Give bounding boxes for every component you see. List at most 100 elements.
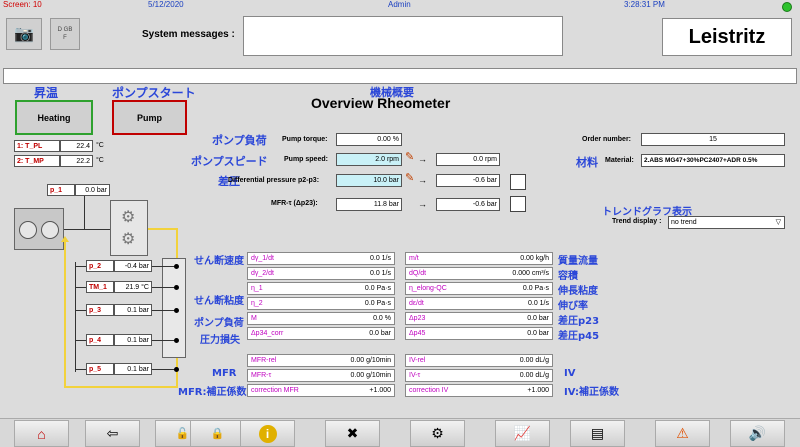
lock-icon: 🔒 — [210, 428, 225, 440]
pump-speed-input[interactable]: 2.0 rpm — [336, 153, 402, 166]
calc-row: η_1 0.0 Pa·s — [247, 282, 395, 295]
diff-input[interactable]: 10.0 bar — [336, 174, 402, 187]
pump-jp: ポンプスタート — [112, 86, 196, 100]
volume-jp: 容積 — [558, 271, 578, 282]
pump-speed-result: 0.0 rpm — [436, 153, 500, 166]
screw-icon — [41, 221, 59, 239]
pressure-name: p_4 — [86, 334, 114, 346]
message-bar — [3, 68, 797, 84]
temp-unit: °C — [96, 142, 104, 149]
trend-select[interactable]: no trend ▽ — [668, 216, 785, 229]
sensor-dot — [174, 308, 179, 313]
export-icon: ▤ — [590, 425, 605, 441]
pressure-value: 0.1 bar — [114, 363, 152, 375]
sensor-dot — [174, 264, 179, 269]
sensor-dot — [174, 285, 179, 290]
pressure-value: 21.9 °C — [114, 281, 152, 293]
pump-torque-label: Pump torque: — [282, 136, 328, 143]
mfr-tau-value: 11.8 bar — [336, 198, 402, 211]
mass-flow-jp: 質量流量 — [558, 256, 598, 267]
heating-button[interactable]: Heating — [15, 100, 93, 135]
calc-row: dγ_2/dt 0.0 1/s — [247, 267, 395, 280]
back-button[interactable]: ⇦ — [85, 420, 140, 447]
trend-icon: 📈 — [513, 425, 532, 441]
system-messages-label: System messages : — [142, 29, 235, 40]
gear-pump-block: ⚙ ⚙ — [110, 200, 148, 256]
calc-row: η_elong-QC 0.0 Pa·s — [405, 282, 553, 295]
pump-load-jp: ポンプ負荷 — [194, 318, 244, 329]
calc-row: m/t 0.00 kg/h — [405, 252, 553, 265]
pencil-icon[interactable]: ✎ — [405, 150, 414, 163]
calc-row: Δp34_corr 0.0 bar — [247, 327, 395, 340]
user: Admin — [388, 0, 411, 9]
pressure-name: p_2 — [86, 260, 114, 272]
lock-button[interactable]: 🔒 — [190, 420, 245, 447]
pump-torque-value: 0.00 % — [336, 133, 402, 146]
diff-p45-jp: 差圧p45 — [558, 331, 600, 342]
system-messages-box[interactable] — [243, 16, 563, 56]
tools-icon: ✖ — [346, 425, 359, 441]
settings-button[interactable]: ⚙ — [410, 420, 465, 447]
pump-torque-jp: ポンプ負荷 — [212, 134, 267, 147]
settings-icon: ⚙ — [431, 425, 444, 441]
material-jp: 材料 — [576, 156, 598, 169]
unlock-icon: 🔓 — [175, 428, 190, 440]
pressure-name: p_5 — [86, 363, 114, 375]
time: 3:28:31 PM — [624, 0, 665, 9]
material-value[interactable]: 2.ABS MG47+30%PC2407+ADR 0.5% — [641, 154, 785, 167]
arrow-up-icon — [61, 236, 69, 242]
order-value[interactable]: 15 — [641, 133, 785, 146]
calc-row: Δp23 0.0 bar — [405, 312, 553, 325]
connector-line — [152, 310, 176, 311]
mfr-row: MFR-rel 0.00 g/10min — [247, 354, 395, 367]
temp-name: 1: T_PL — [14, 140, 60, 152]
connector-line — [64, 229, 110, 230]
trend-selected: no trend — [671, 219, 697, 226]
mfr-checkbox[interactable] — [510, 196, 526, 212]
pump-button[interactable]: Pump — [112, 100, 187, 135]
diff-result: -0.6 bar — [436, 174, 500, 187]
warning-icon: ⚠ — [676, 425, 689, 441]
elong-viscosity-jp: 伸長粘度 — [558, 286, 598, 297]
mfr-correction-input[interactable]: correction MFR +1.000 — [247, 384, 395, 397]
extruder-block — [14, 208, 64, 250]
p1-name: p_1 — [47, 184, 75, 196]
shear-viscosity-jp: せん断粘度 — [194, 296, 244, 307]
diff-checkbox[interactable] — [510, 174, 526, 190]
flow-line — [148, 228, 178, 230]
iv-correction-jp: IV:補正係数 — [564, 387, 620, 398]
export-button[interactable]: ▤ — [570, 420, 625, 447]
connector-line — [75, 266, 86, 267]
mfr-row: MFR-τ 0.00 g/10min — [247, 369, 395, 382]
connector-line — [75, 310, 86, 311]
date: 5/12/2020 — [148, 0, 184, 9]
bottom-toolbar: ⌂ ⇦ 🔓 🔒 i ✖ ⚙ 📈 ▤ ⚠ 🔊 — [0, 418, 800, 447]
sensor-dot — [174, 338, 179, 343]
connector-line — [152, 287, 176, 288]
pump-speed-label: Pump speed: — [284, 156, 328, 163]
trend-label: Trend display : — [612, 218, 662, 225]
brand-logo: Leistritz — [662, 18, 792, 56]
language-button[interactable]: D GB F — [50, 18, 80, 50]
back-icon: ⇦ — [106, 425, 119, 441]
mfr-tau-label: MFR-τ (Δp23): — [271, 200, 318, 207]
shear-rate-jp: せん断速度 — [194, 256, 244, 267]
elong-rate-jp: 伸び率 — [558, 301, 588, 312]
calc-row: dγ_1/dt 0.0 1/s — [247, 252, 395, 265]
diff-p23-jp: 差圧p23 — [558, 316, 600, 327]
chevron-down-icon: ▽ — [775, 219, 781, 226]
pencil-icon[interactable]: ✎ — [405, 171, 414, 184]
trend-button[interactable]: 📈 — [495, 420, 550, 447]
info-button[interactable]: i — [240, 420, 295, 447]
tools-button[interactable]: ✖ — [325, 420, 380, 447]
speaker-button[interactable]: 🔊 — [730, 420, 785, 447]
connector-line — [152, 340, 176, 341]
temp-value: 22.4 — [60, 140, 93, 152]
mfr-tau-result: -0.6 bar — [436, 198, 500, 211]
home-button[interactable]: ⌂ — [14, 420, 69, 447]
iv-correction-input[interactable]: correction IV +1.000 — [405, 384, 553, 397]
warning-button[interactable]: ⚠ — [655, 420, 710, 447]
flow-line — [64, 238, 66, 388]
arrow-right-icon: → — [418, 154, 427, 164]
camera-button[interactable]: 📷 — [6, 18, 42, 50]
